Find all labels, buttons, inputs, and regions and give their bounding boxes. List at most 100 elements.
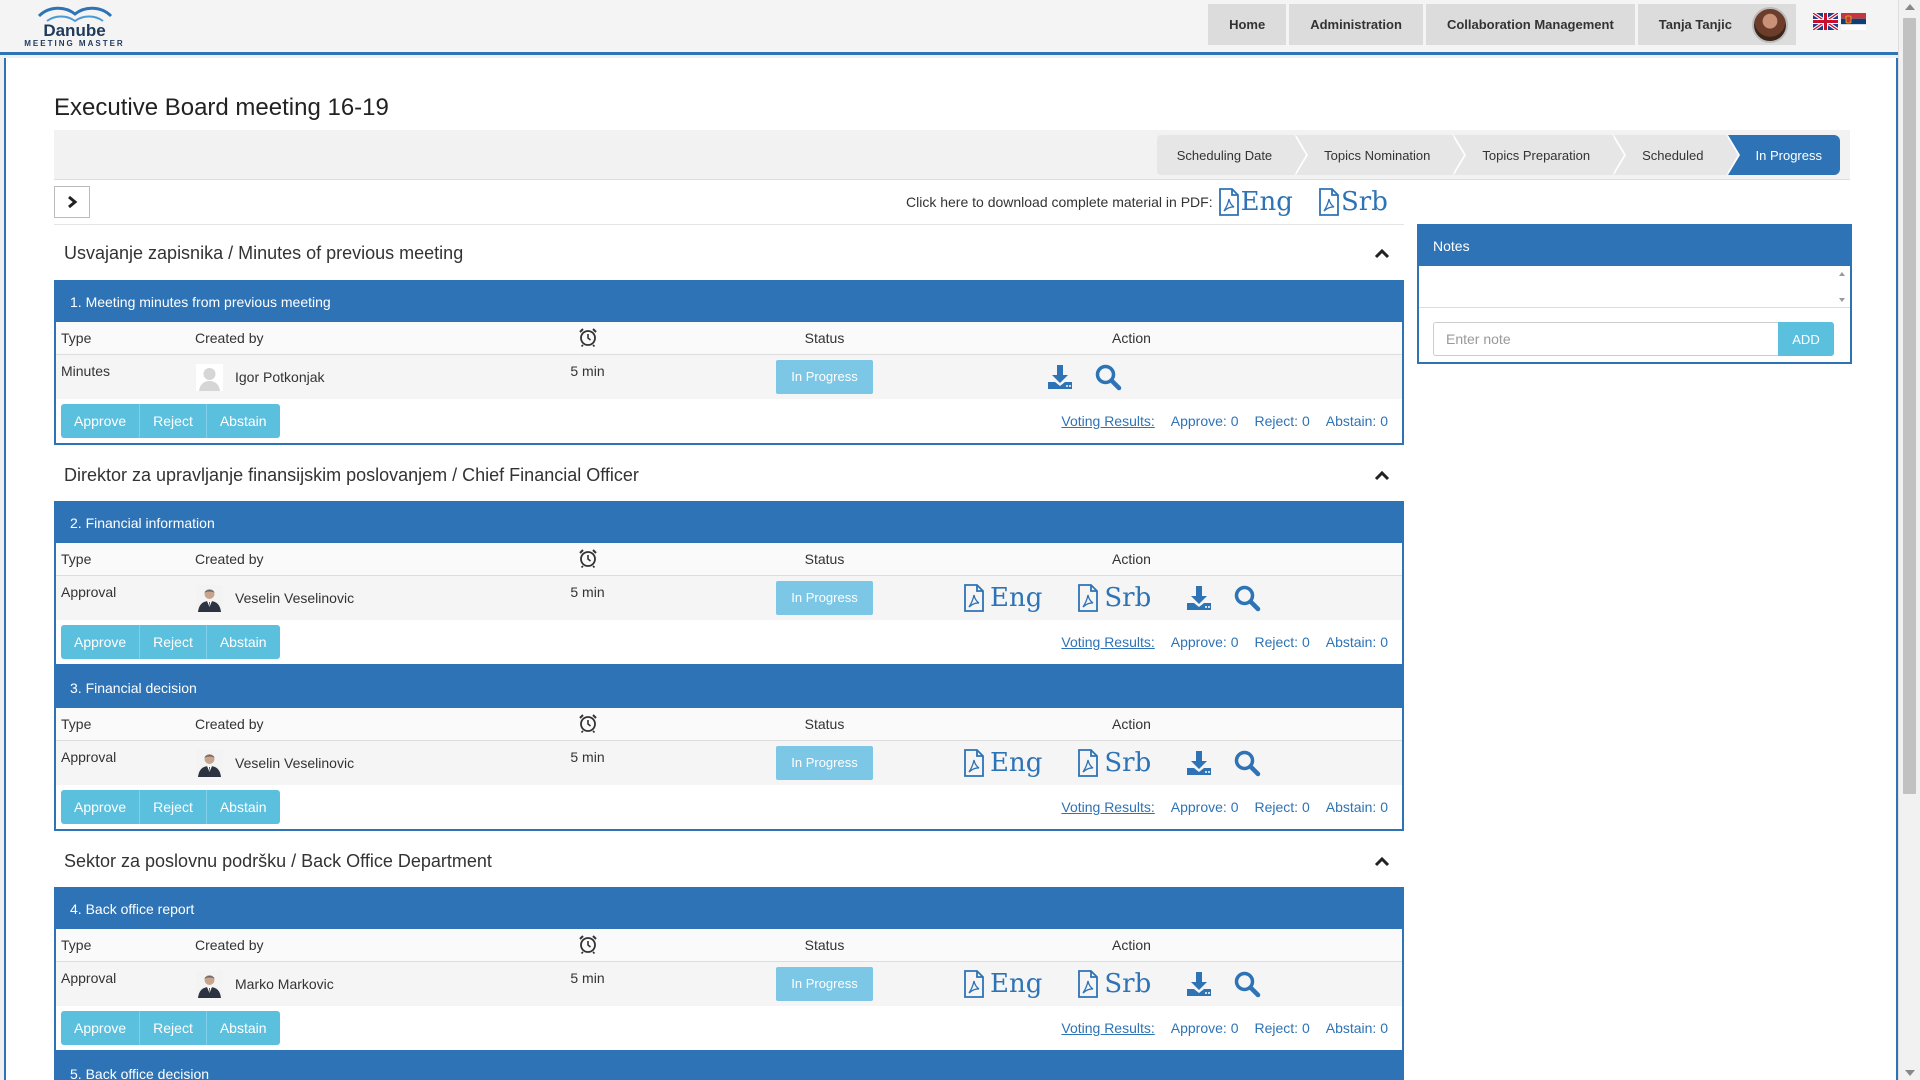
item-actions: Eng Srb [954,969,1304,999]
reject-count: Reject: 0 [1254,799,1310,815]
download-button[interactable] [1046,363,1074,391]
approve-count: Approve: 0 [1170,799,1239,815]
step-scheduling-date[interactable]: Scheduling Date [1156,135,1309,175]
step-topics-preparation[interactable]: Topics Preparation [1454,135,1626,175]
reject-button[interactable]: Reject [140,1011,207,1045]
note-input[interactable] [1433,322,1778,356]
pdf-eng-button[interactable]: Eng [962,748,1042,778]
agenda-item-title: 4. Back office report [56,889,1402,929]
status-badge: In Progress [776,746,873,780]
abstain-button[interactable]: Abstain [206,790,280,824]
add-note-button[interactable]: ADD [1778,322,1834,356]
download-button[interactable] [1185,970,1213,998]
pdf-srb-button[interactable]: Srb [1076,748,1151,778]
voting-results-link[interactable]: Voting Results: [1061,799,1154,815]
item-footer: Approve Reject Abstain Voting Results: A… [56,1006,1402,1050]
vote-buttons: Approve Reject Abstain [61,625,280,659]
approve-count: Approve: 0 [1170,1020,1239,1036]
preview-button[interactable] [1233,970,1261,998]
preview-button[interactable] [1094,363,1122,391]
pdf-file-icon [962,970,986,998]
scroll-up-arrow-icon[interactable] [1905,4,1915,10]
agenda-row: Approval Marko Markovic 5 min In Progres… [56,962,1402,1006]
abstain-button[interactable]: Abstain [206,404,280,438]
expand-panel-button[interactable] [54,186,90,218]
serbia-flag-icon[interactable] [1841,13,1866,30]
pdf-download-prompt: Click here to download complete material… [906,194,1213,210]
top-navbar: Danube MEETING MASTER Home Administratio… [0,0,1898,55]
item-type: Approval [61,749,117,765]
preview-button[interactable] [1233,749,1261,777]
voting-results-link[interactable]: Voting Results: [1061,1020,1154,1036]
nav-collaboration-management[interactable]: Collaboration Management [1425,4,1635,45]
chevron-up-icon[interactable] [1374,855,1390,867]
scroll-down-arrow-icon[interactable] [1905,1070,1915,1076]
item-footer: Approve Reject Abstain Voting Results: A… [56,785,1402,829]
agenda-row: Approval Veselin Veselinovic 5 min In Pr… [56,576,1402,620]
pdf-eng-button[interactable]: Eng [962,583,1042,613]
section-header-minutes[interactable]: Usvajanje zapisnika / Minutes of previou… [54,233,1404,273]
section-header-back-office[interactable]: Sektor za poslovnu podršku / Back Office… [54,841,1404,881]
agenda-row: Minutes Igor Potkonjak 5 min In Progress [56,355,1402,399]
agenda-row: Approval Veselin Veselinovic 5 min In Pr… [56,741,1402,785]
danube-logo[interactable]: Danube MEETING MASTER [22,4,127,54]
agenda-table-header: Type Created by Status Action [56,543,1402,576]
download-pdf-eng-link[interactable]: Eng [1217,187,1293,217]
chevron-up-icon[interactable] [1374,469,1390,481]
alarm-clock-icon [578,548,598,568]
chevron-up-icon[interactable] [1374,247,1390,259]
approve-button[interactable]: Approve [61,625,141,659]
agenda-item: 3. Financial decision Type Created by St… [54,666,1404,831]
search-icon [1233,749,1261,777]
voting-results-link[interactable]: Voting Results: [1061,634,1154,650]
pdf-srb-button[interactable]: Srb [1076,969,1151,999]
col-type: Type [61,937,92,953]
download-icon [1185,584,1213,612]
download-pdf-srb-link[interactable]: Srb [1317,187,1388,217]
approve-button[interactable]: Approve [61,1011,141,1045]
voting-results: Voting Results: Approve: 0 Reject: 0 Abs… [1061,413,1388,429]
voting-results: Voting Results: Approve: 0 Reject: 0 Abs… [1061,1020,1388,1036]
item-type: Approval [61,970,117,986]
voting-results: Voting Results: Approve: 0 Reject: 0 Abs… [1061,799,1388,815]
download-button[interactable] [1185,749,1213,777]
col-duration [480,548,690,571]
pdf-file-icon [962,749,986,777]
abstain-button[interactable]: Abstain [206,625,280,659]
uk-flag-icon[interactable] [1813,13,1838,30]
pdf-eng-button[interactable]: Eng [962,969,1042,999]
page-scrollbar[interactable] [1898,0,1920,1080]
section-header-cfo[interactable]: Direktor za upravljanje finansijskim pos… [54,455,1404,495]
scrollbar-thumb[interactable] [1903,18,1916,794]
search-icon [1233,970,1261,998]
step-in-progress[interactable]: In Progress [1727,135,1840,175]
user-menu[interactable]: Tanja Tanjic [1637,4,1796,45]
agenda-item: 5. Back office decision [54,1052,1404,1080]
step-scheduled[interactable]: Scheduled [1614,135,1741,175]
main-content: Executive Board meeting 16-19 Scheduling… [4,58,1898,1080]
col-type: Type [61,551,92,567]
item-duration: 5 min [570,584,605,600]
notes-scrollbar[interactable] [1838,270,1846,304]
preview-button[interactable] [1233,584,1261,612]
voting-results-link[interactable]: Voting Results: [1061,413,1154,429]
approve-count: Approve: 0 [1170,413,1239,429]
language-switcher [1813,13,1866,30]
pdf-srb-button[interactable]: Srb [1076,583,1151,613]
reject-button[interactable]: Reject [140,790,207,824]
nav-home[interactable]: Home [1208,4,1287,45]
nav-administration[interactable]: Administration [1289,4,1423,45]
reject-button[interactable]: Reject [140,404,207,438]
notes-list[interactable] [1419,266,1850,308]
agenda-table-header: Type Created by Status Action [56,929,1402,962]
user-name: Tanja Tanjic [1658,17,1732,32]
item-duration: 5 min [570,970,605,986]
download-button[interactable] [1185,584,1213,612]
col-created-by: Created by [195,551,264,567]
approve-button[interactable]: Approve [61,404,141,438]
abstain-button[interactable]: Abstain [206,1011,280,1045]
agenda-item-title: 5. Back office decision [56,1054,1402,1080]
approve-button[interactable]: Approve [61,790,141,824]
reject-button[interactable]: Reject [140,625,207,659]
step-topics-nomination[interactable]: Topics Nomination [1296,135,1467,175]
